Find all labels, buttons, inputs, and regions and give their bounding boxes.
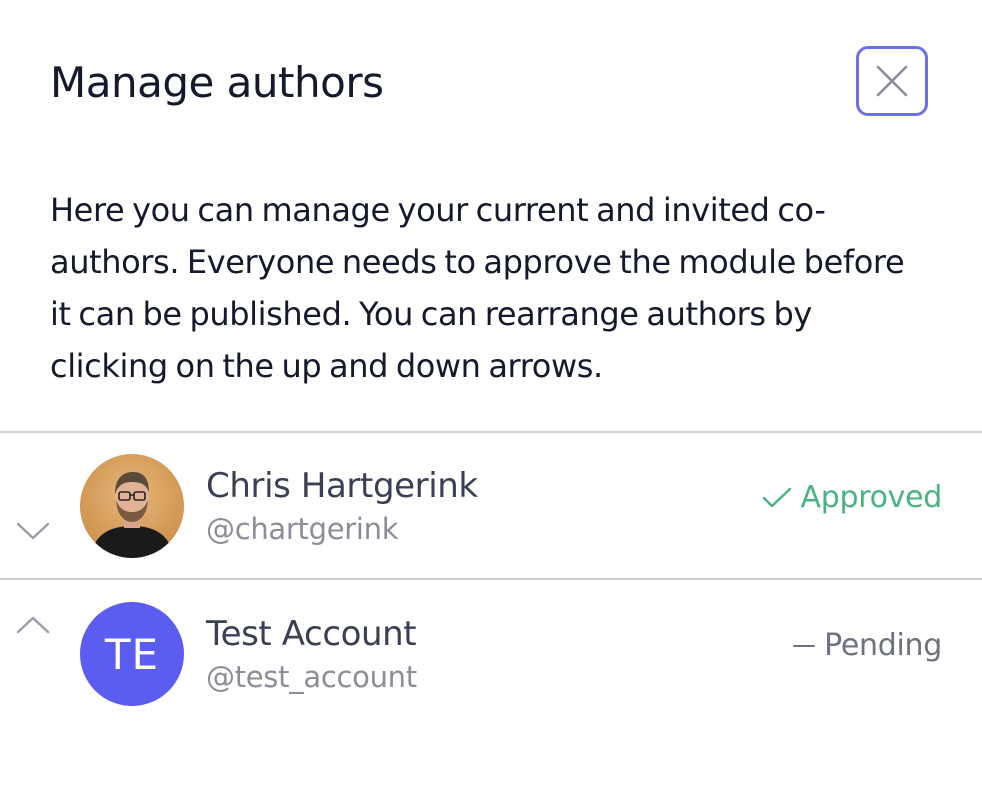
chevron-down-icon	[15, 520, 51, 546]
check-icon	[761, 486, 793, 510]
manage-authors-modal: Manage authors Here you can manage your …	[0, 0, 982, 808]
chevron-up-icon	[15, 614, 51, 640]
modal-description: Here you can manage your current and inv…	[50, 191, 905, 385]
avatar	[80, 454, 184, 558]
author-name: Chris Hartgerink	[206, 466, 478, 506]
author-handle: @chartgerink	[206, 512, 399, 546]
modal-header: Manage authors	[50, 46, 932, 122]
author-name: Test Account	[206, 614, 417, 654]
status-badge: Pending	[792, 628, 942, 663]
author-row: Chris Hartgerink @chartgerink Approved	[0, 432, 982, 578]
author-handle: @test_account	[206, 660, 417, 694]
modal-title: Manage authors	[50, 58, 384, 107]
status-label: Approved	[800, 480, 943, 515]
avatar: TE	[80, 602, 184, 706]
author-row: TE Test Account @test_account Pending	[0, 580, 982, 726]
move-down-button[interactable]	[14, 520, 52, 546]
dash-icon	[792, 634, 816, 658]
status-badge: Approved	[761, 480, 943, 515]
close-icon	[875, 64, 909, 98]
close-button[interactable]	[856, 46, 928, 116]
status-label: Pending	[824, 628, 942, 663]
move-up-button[interactable]	[14, 614, 52, 640]
